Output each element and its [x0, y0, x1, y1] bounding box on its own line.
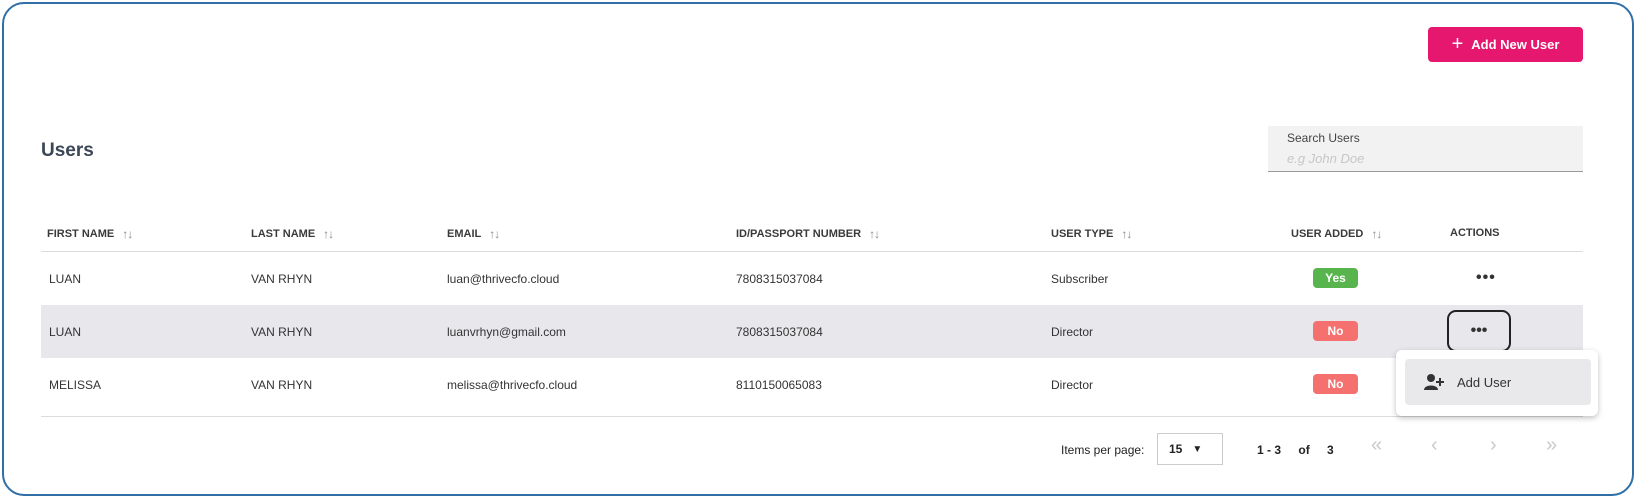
first-name-cell: MELISSA — [49, 378, 102, 392]
user-type-cell: Subscriber — [1051, 272, 1109, 286]
menu-item-label: Add User — [1457, 374, 1512, 390]
more-actions-icon[interactable]: ••• — [1476, 270, 1496, 286]
last-name-cell: VAN RHYN — [251, 272, 313, 286]
email-cell: luanvrhyn@gmail.com — [447, 325, 566, 339]
id-number-cell: 8110150065083 — [736, 378, 822, 392]
last-name-cell: VAN RHYN — [251, 378, 313, 392]
add-new-user-button[interactable]: + Add New User — [1428, 27, 1583, 62]
user-type-cell: Director — [1051, 378, 1094, 392]
sort-icon: ↑↓ — [323, 227, 334, 241]
table-row[interactable]: LUAN VAN RHYN luanvrhyn@gmail.com 780831… — [41, 305, 1583, 358]
email-cell: melissa@thrivecfo.cloud — [447, 378, 578, 392]
add-new-user-label: Add New User — [1471, 37, 1560, 52]
search-input[interactable] — [1285, 148, 1569, 168]
more-actions-button-active[interactable]: ••• — [1447, 310, 1511, 352]
table-header: FIRST NAME ↑↓ LAST NAME ↑↓ EMAIL ↑↓ ID/P… — [41, 213, 1583, 252]
status-badge: Yes — [1313, 268, 1358, 288]
search-field[interactable]: Search Users — [1268, 126, 1583, 172]
sort-icon: ↑↓ — [489, 227, 500, 241]
users-table: FIRST NAME ↑↓ LAST NAME ↑↓ EMAIL ↑↓ ID/P… — [41, 213, 1583, 411]
table-divider — [41, 416, 1583, 417]
items-per-page-select[interactable]: 15 ▼ — [1157, 433, 1223, 465]
sort-icon: ↑↓ — [1121, 227, 1132, 241]
caret-down-icon: ▼ — [1192, 443, 1203, 455]
id-number-cell: 7808315037084 — [736, 272, 823, 286]
pagination-range: 1 - 3 of 3 — [1257, 443, 1334, 457]
sort-icon: ↑↓ — [122, 227, 133, 241]
column-header-last-name[interactable]: LAST NAME ↑↓ — [251, 227, 334, 241]
sort-icon: ↑↓ — [869, 227, 880, 241]
last-name-cell: VAN RHYN — [251, 325, 313, 339]
column-header-user-type[interactable]: USER TYPE ↑↓ — [1051, 227, 1132, 241]
column-header-id-passport[interactable]: ID/PASSPORT NUMBER ↑↓ — [736, 227, 880, 241]
items-per-page-label: Items per page: — [1061, 443, 1145, 457]
column-header-first-name[interactable]: FIRST NAME ↑↓ — [47, 227, 133, 241]
column-header-email[interactable]: EMAIL ↑↓ — [447, 227, 500, 241]
actions-context-menu: Add User — [1396, 350, 1598, 416]
table-row[interactable]: LUAN VAN RHYN luan@thrivecfo.cloud 78083… — [41, 252, 1583, 305]
next-page-icon[interactable]: › — [1490, 434, 1497, 457]
previous-page-icon[interactable]: ‹ — [1431, 434, 1438, 457]
plus-icon: + — [1451, 32, 1464, 55]
page-title: Users — [41, 140, 94, 161]
sort-icon: ↑↓ — [1371, 227, 1382, 241]
first-page-icon[interactable]: « — [1371, 434, 1382, 457]
menu-item-add-user[interactable]: Add User — [1405, 359, 1591, 405]
last-page-icon[interactable]: » — [1546, 434, 1557, 457]
first-name-cell: LUAN — [49, 272, 82, 286]
table-row[interactable]: MELISSA VAN RHYN melissa@thrivecfo.cloud… — [41, 358, 1583, 411]
column-header-user-added[interactable]: USER ADDED ↑↓ — [1291, 227, 1382, 241]
search-label: Search Users — [1287, 131, 1360, 145]
status-badge: No — [1313, 374, 1358, 394]
items-per-page-value: 15 — [1169, 442, 1183, 456]
email-cell: luan@thrivecfo.cloud — [447, 272, 560, 286]
first-name-cell: LUAN — [49, 325, 82, 339]
status-badge: No — [1313, 321, 1358, 341]
id-number-cell: 7808315037084 — [736, 325, 823, 339]
user-type-cell: Director — [1051, 325, 1094, 339]
user-plus-icon — [1424, 374, 1444, 390]
column-header-actions: ACTIONS — [1450, 227, 1500, 239]
